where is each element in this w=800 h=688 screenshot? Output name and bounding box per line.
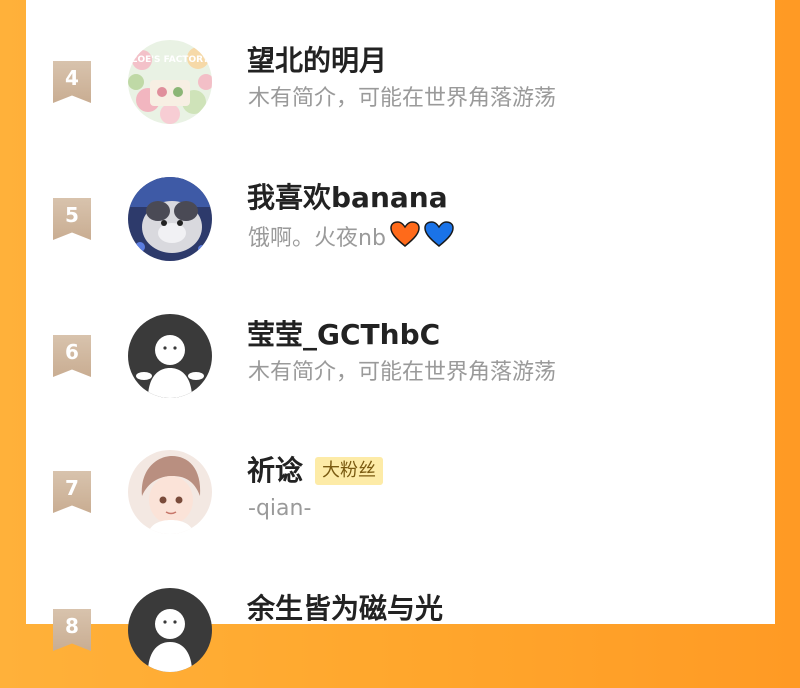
user-bio: 木有简介，可能在世界角落游荡 xyxy=(248,358,556,388)
user-bio: 饿啊。火夜nb xyxy=(248,221,454,256)
default-user-avatar-image xyxy=(128,588,212,672)
user-bio: 木有简介，可能在世界角落游荡 xyxy=(248,84,556,114)
avatar[interactable] xyxy=(128,450,212,534)
anime-boy-avatar-image xyxy=(128,450,212,534)
user-bio: -qian- xyxy=(248,494,311,524)
avatar[interactable] xyxy=(128,177,212,261)
bio-text: -qian- xyxy=(248,496,312,521)
username-text: 余生皆为磁与光 xyxy=(247,592,444,625)
bio-text: 木有简介，可能在世界角落游荡 xyxy=(248,86,557,111)
ranking-list-panel: 4 ZOE'S FACTORY 望北的明月 木有简介，可能在世界角落游荡 5 我… xyxy=(26,0,775,672)
rank-ribbon: 6 xyxy=(53,335,91,377)
avatar-logo-text: ZOE'S FACTORY xyxy=(131,55,210,65)
list-item[interactable]: 5 我喜欢banana 饿啊。火夜nb xyxy=(26,177,775,277)
username[interactable]: 余生皆为磁与光 xyxy=(247,592,443,626)
list-item[interactable]: 6 莹莹_GCThbC 木有简介，可能在世界角落游荡 xyxy=(26,314,775,414)
fan-level-badge: 大粉丝 xyxy=(315,457,384,485)
avatar[interactable]: ZOE'S FACTORY xyxy=(128,40,212,124)
rank-ribbon: 5 xyxy=(53,198,91,240)
username[interactable]: 望北的明月 xyxy=(247,44,387,78)
list-item[interactable]: 4 ZOE'S FACTORY 望北的明月 木有简介，可能在世界角落游荡 xyxy=(26,40,775,140)
username[interactable]: 莹莹_GCThbC xyxy=(247,318,440,352)
default-user-avatar-image xyxy=(128,314,212,398)
flower-garden-avatar-image: ZOE'S FACTORY xyxy=(128,40,212,124)
blue-heart-icon xyxy=(424,221,454,256)
username-text: 望北的明月 xyxy=(247,44,388,77)
rank-ribbon: 8 xyxy=(53,609,91,651)
rank-ribbon: 7 xyxy=(53,471,91,513)
username[interactable]: 祈谂 大粉丝 xyxy=(247,454,384,488)
list-item[interactable]: 8 余生皆为磁与光 xyxy=(26,588,775,688)
avatar[interactable] xyxy=(128,588,212,672)
bio-text: 木有简介，可能在世界角落游荡 xyxy=(248,360,557,385)
username-text: 祈谂 xyxy=(247,454,304,487)
rank-ribbon: 4 xyxy=(53,61,91,103)
username[interactable]: 我喜欢banana xyxy=(247,181,448,215)
avatar[interactable] xyxy=(128,314,212,398)
list-item[interactable]: 7 祈谂 大粉丝 -qian- xyxy=(26,450,775,550)
bio-text: 饿啊。火夜nb xyxy=(248,225,386,251)
cat-photo-avatar-image xyxy=(128,177,212,261)
username-text: 莹莹_GCThbC xyxy=(247,318,441,351)
orange-heart-icon xyxy=(390,221,420,256)
username-text: 我喜欢banana xyxy=(247,181,448,214)
